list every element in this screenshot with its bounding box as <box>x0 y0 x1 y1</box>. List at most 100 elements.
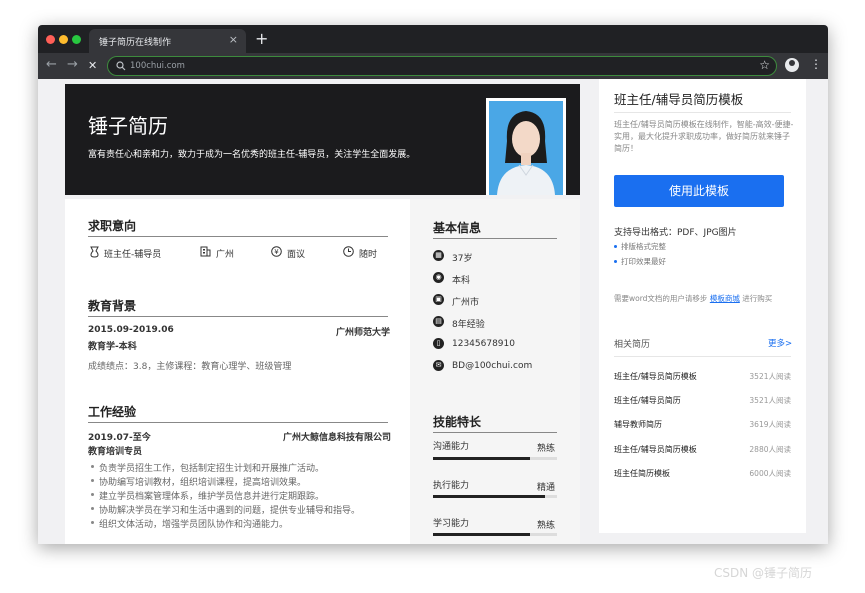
read-count: 3521人阅读 <box>749 396 791 405</box>
template-mall-link[interactable]: 模板商城 <box>710 294 740 303</box>
email-icon: ✉ <box>433 360 444 371</box>
skill-level: 精通 <box>537 483 556 493</box>
education-dates: 2015.09-2019.06 <box>88 325 174 335</box>
use-template-button[interactable]: 使用此模板 <box>614 175 784 207</box>
related-resume-link[interactable]: 班主任简历模板 <box>614 468 670 479</box>
resume-main-column: 求职意向 班主任-辅导员 广州 ¥ 面议 随时 教育背景 2015.09-201… <box>65 199 410 544</box>
feature-dot <box>614 245 617 248</box>
info-phone: 12345678910 <box>452 339 515 349</box>
divider <box>614 112 791 113</box>
experience-bullet: 协助解决学员在学习和生活中遇到的问题，提供专业辅导和指导。 <box>99 506 361 516</box>
skill-level: 熟练 <box>537 444 556 454</box>
tab-active[interactable]: 锤子简历在线制作 × <box>89 29 246 53</box>
education-icon: ◉ <box>433 272 444 283</box>
skill-bar-track <box>433 457 557 460</box>
related-resume-link[interactable]: 班主任/辅导员简历模板 <box>614 371 697 382</box>
close-window-button[interactable] <box>46 35 55 44</box>
info-experience: 8年经验 <box>452 320 485 330</box>
related-title: 相关简历 <box>614 340 651 350</box>
bullet-dot <box>91 521 94 524</box>
experience-icon: ▤ <box>433 316 444 327</box>
watermark: CSDN @锤子简历 <box>714 566 813 580</box>
related-resume-link[interactable]: 班主任/辅导员简历模板 <box>614 444 697 455</box>
template-info-panel: 班主任/辅导员简历模板 班主任/辅导员简历模板在线制作，智能-高效-便捷-实用，… <box>599 79 806 533</box>
experience-role: 教育培训专员 <box>88 447 143 457</box>
skill-name: 执行能力 <box>433 481 470 491</box>
intent-title: 求职意向 <box>88 219 137 233</box>
tab-title: 锤子简历在线制作 <box>99 38 172 48</box>
profile-photo <box>486 98 566 195</box>
experience-bullet: 负责学员招生工作，包括制定招生计划和开展推广活动。 <box>99 464 325 474</box>
browser-window: 锤子简历在线制作 × + ← → ✕ 100chui.com ☆ ⋮ 锤子简历 … <box>38 25 828 544</box>
bullet-dot <box>91 479 94 482</box>
skills-title: 技能特长 <box>433 415 482 429</box>
resume-header: 锤子简历 富有责任心和亲和力，致力于成为一名优秀的班主任-辅导员，关注学生全面发… <box>65 84 580 195</box>
related-resume-link[interactable]: 班主任/辅导员简历 <box>614 395 681 406</box>
url-text: 100chui.com <box>130 61 185 71</box>
feature-item: 排版格式完整 <box>621 242 666 251</box>
info-degree: 本科 <box>452 276 471 286</box>
skill-name: 沟通能力 <box>433 442 470 452</box>
more-link[interactable]: 更多> <box>768 337 792 349</box>
read-count: 3521人阅读 <box>749 372 791 381</box>
experience-bullet: 协助编写培训教材，组织培训课程，提高培训效果。 <box>99 478 307 488</box>
feature-dot <box>614 260 617 263</box>
experience-bullet: 组织文体活动，增强学员团队协作和沟通能力。 <box>99 520 289 530</box>
skill-bar-track <box>433 495 557 498</box>
location-icon: ▣ <box>433 294 444 305</box>
basic-info-title: 基本信息 <box>433 221 482 235</box>
calendar-icon: ▦ <box>433 250 444 261</box>
position-icon <box>90 246 99 258</box>
address-bar[interactable]: 100chui.com ☆ <box>107 56 777 76</box>
skill-level: 熟练 <box>537 521 556 531</box>
word-note-prefix: 需要word文档的用户请移步 <box>614 294 708 303</box>
maximize-window-button[interactable] <box>72 35 81 44</box>
new-tab-button[interactable]: + <box>255 29 268 48</box>
svg-text:¥: ¥ <box>274 248 279 256</box>
skill-bar-track <box>433 533 557 536</box>
portrait-image <box>489 101 563 195</box>
divider <box>614 356 791 357</box>
back-arrow-icon[interactable]: ← <box>46 57 57 72</box>
minimize-window-button[interactable] <box>59 35 68 44</box>
resume-side-column: 基本信息 ▦ 37岁 ◉ 本科 ▣ 广州市 ▤ 8年经验 ▯ 123456789… <box>410 199 580 544</box>
phone-icon: ▯ <box>433 338 444 349</box>
feature-item: 打印效果最好 <box>621 257 666 266</box>
divider <box>433 238 557 239</box>
export-formats: 支持导出格式：PDF、JPG图片 <box>614 228 737 238</box>
divider <box>88 236 388 237</box>
intent-city: 广州 <box>216 250 235 260</box>
template-title: 班主任/辅导员简历模板 <box>614 92 744 107</box>
divider <box>433 432 557 433</box>
skill-bar-fill <box>433 495 545 498</box>
resume-summary: 富有责任心和亲和力，致力于成为一名优秀的班主任-辅导员，关注学生全面发展。 <box>88 150 416 160</box>
info-email: BD@100chui.com <box>452 361 533 371</box>
menu-dots-icon[interactable]: ⋮ <box>810 57 822 71</box>
experience-dates: 2019.07-至今 <box>88 433 151 443</box>
experience-bullet: 建立学员档案管理体系，维护学员信息并进行定期跟踪。 <box>99 492 325 502</box>
intent-salary: 面议 <box>287 250 306 260</box>
word-note: 需要word文档的用户请移步 模板商城 进行购买 <box>614 293 772 304</box>
bookmark-star-icon[interactable]: ☆ <box>759 58 770 72</box>
profile-avatar-icon[interactable] <box>785 58 799 72</box>
resume-name: 锤子简历 <box>88 114 168 138</box>
divider <box>88 422 388 423</box>
forward-arrow-icon[interactable]: → <box>67 57 78 72</box>
skill-bar-fill <box>433 457 530 460</box>
read-count: 3619人阅读 <box>749 420 791 429</box>
word-note-suffix: 进行购买 <box>742 294 773 303</box>
page-viewport: 锤子简历 富有责任心和亲和力，致力于成为一名优秀的班主任-辅导员，关注学生全面发… <box>38 79 828 544</box>
education-degree: 教育学-本科 <box>88 342 137 352</box>
search-icon <box>116 61 126 71</box>
stop-loading-icon[interactable]: ✕ <box>88 59 97 72</box>
salary-icon: ¥ <box>271 246 282 257</box>
tab-close-icon[interactable]: × <box>229 33 238 46</box>
browser-toolbar: ← → ✕ 100chui.com ☆ ⋮ <box>38 53 828 79</box>
skill-bar-fill <box>433 533 530 536</box>
template-description: 班主任/辅导员简历模板在线制作，智能-高效-便捷-实用，最大化提升求职成功率，做… <box>614 120 794 153</box>
related-resume-link[interactable]: 辅导教师简历 <box>614 419 662 430</box>
divider <box>88 316 388 317</box>
building-icon <box>200 246 211 257</box>
education-title: 教育背景 <box>88 299 137 313</box>
bullet-dot <box>91 465 94 468</box>
